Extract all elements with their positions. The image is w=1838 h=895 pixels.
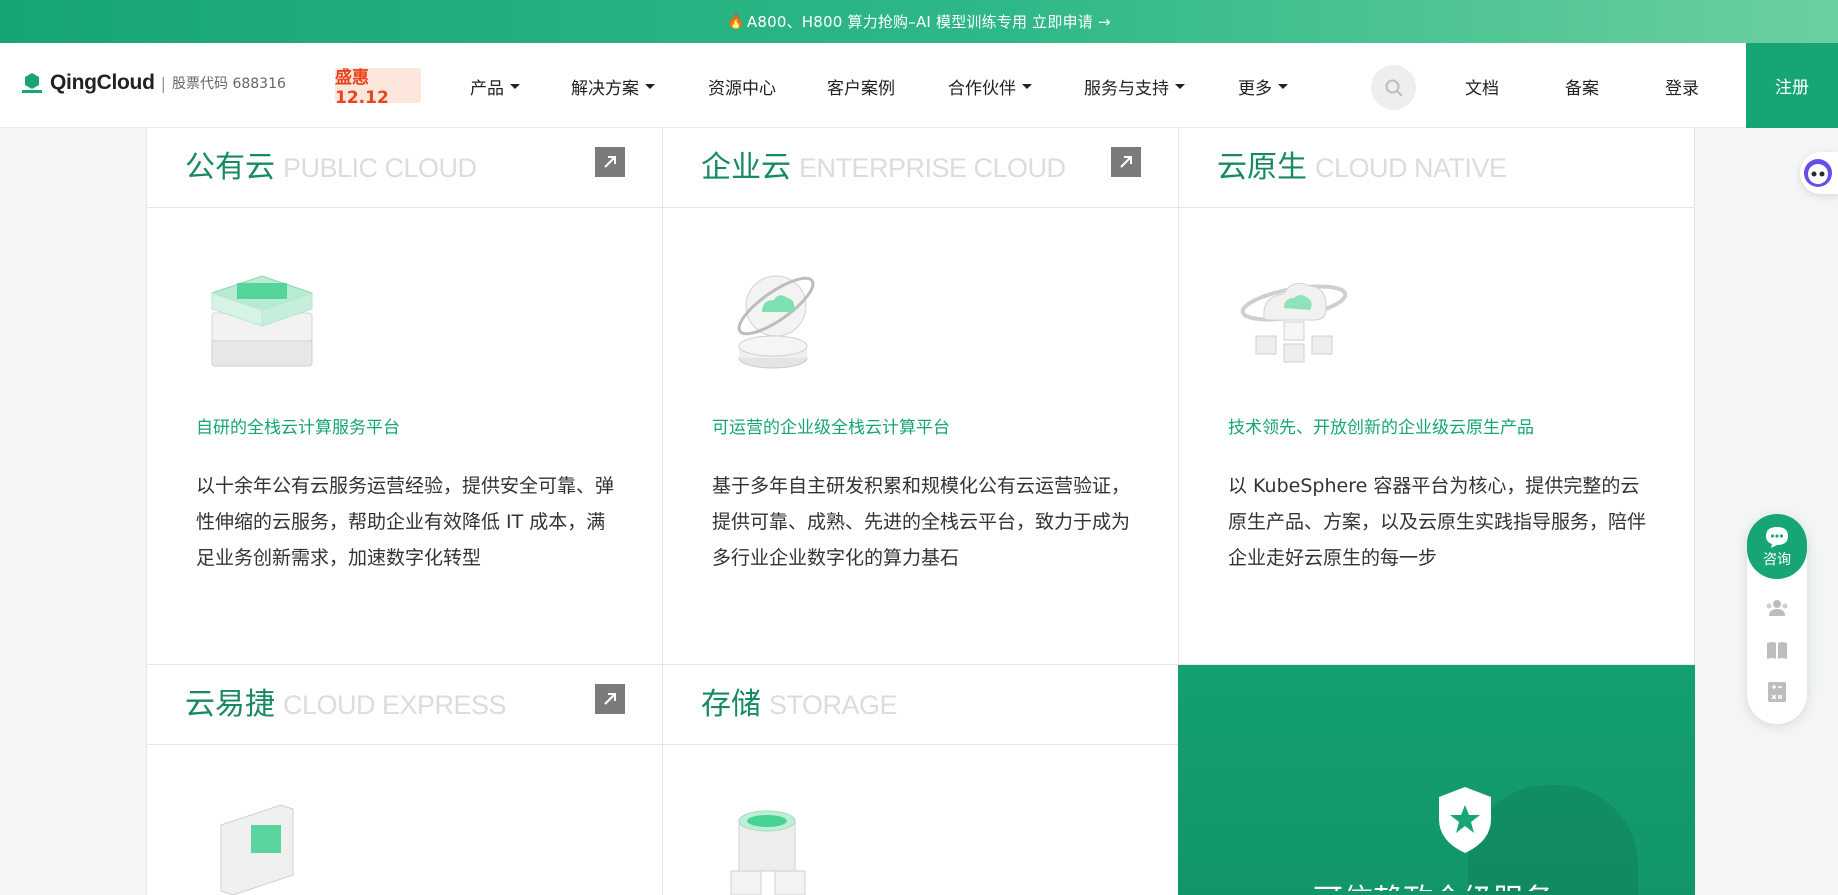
card-cloud-express[interactable]: 云易捷 CLOUD EXPRESS	[146, 665, 663, 895]
trusted-service-banner[interactable]: 可信赖政企级服务	[1178, 665, 1695, 895]
promo-badge[interactable]: 盛惠12.12	[335, 68, 421, 108]
banner-text[interactable]: A800、H800 算力抢购–AI 模型训练专用 立即申请 →	[747, 11, 1111, 32]
caret-down-icon	[1022, 84, 1032, 89]
caret-down-icon	[1278, 84, 1288, 89]
robot-face-icon	[1804, 159, 1832, 187]
card-title: 企业云 ENTERPRISE CLOUD	[701, 142, 1066, 186]
card-header: 公有云 PUBLIC CLOUD	[147, 128, 662, 208]
card-header: 企业云 ENTERPRISE CLOUD	[663, 128, 1178, 208]
card-title: 云原生 CLOUD NATIVE	[1217, 142, 1507, 186]
card-tagline: 技术领先、开放创新的企业级云原生产品	[1228, 418, 1534, 438]
top-banner[interactable]: 🔥 A800、H800 算力抢购–AI 模型训练专用 立即申请 →	[0, 0, 1838, 43]
book-icon[interactable]	[1765, 638, 1789, 662]
flame-icon: 🔥	[727, 13, 745, 30]
card-title-text: 企业云	[701, 150, 791, 185]
login-link[interactable]: 登录	[1665, 74, 1699, 99]
nav-label: 服务与支持	[1084, 79, 1169, 99]
assistant-bot-button[interactable]	[1800, 152, 1838, 194]
card-cloud-native[interactable]: 云原生 CLOUD NATIVE 技术领先、开放创新的企业级云原生产品 以 Kub…	[1179, 128, 1695, 665]
nav-label: 产品	[470, 79, 504, 99]
search-button[interactable]	[1371, 65, 1416, 110]
users-icon[interactable]	[1765, 596, 1789, 620]
monitor-cube-icon	[220, 804, 294, 895]
card-tagline: 可运营的企业级全栈云计算平台	[712, 418, 950, 438]
nav-cases[interactable]: 客户案例	[827, 74, 895, 99]
card-title-text: 存储	[701, 687, 761, 722]
logo-text: QingCloud	[50, 71, 155, 94]
caret-down-icon	[510, 84, 520, 89]
caret-down-icon	[645, 84, 655, 89]
consult-button[interactable]: 咨询	[1747, 514, 1807, 579]
open-link-button[interactable]	[595, 684, 625, 714]
nav-label: 资源中心	[708, 79, 776, 99]
qingcloud-logo-icon	[20, 71, 44, 95]
arrow-up-right-icon	[604, 156, 616, 168]
card-subtitle: STORAGE	[769, 690, 898, 720]
card-header: 云易捷 CLOUD EXPRESS	[147, 665, 662, 745]
card-public-cloud[interactable]: 公有云 PUBLIC CLOUD 自研的全栈云计算服务平台 以十余年公有云服务运营…	[146, 128, 663, 665]
product-grid: 公有云 PUBLIC CLOUD 自研的全栈云计算服务平台 以十余年公有云服务运营…	[146, 128, 1695, 895]
card-title: 存储 STORAGE	[701, 679, 898, 723]
cloud-cubes-icon	[1240, 282, 1348, 363]
stack-icon	[210, 275, 314, 367]
stock-code: 股票代码 688316	[172, 76, 286, 92]
orbit-cloud-icon	[737, 275, 815, 369]
card-description: 以 KubeSphere 容器平台为核心，提供完整的云原生产品、方案，以及云原生…	[1228, 475, 1647, 569]
card-subtitle: CLOUD NATIVE	[1315, 153, 1507, 183]
card-subtitle: PUBLIC CLOUD	[283, 153, 477, 183]
card-title: 云易捷 CLOUD EXPRESS	[185, 679, 507, 723]
nav-resources[interactable]: 资源中心	[708, 74, 776, 99]
card-header: 云原生 CLOUD NATIVE	[1179, 128, 1694, 208]
card-enterprise-cloud[interactable]: 企业云 ENTERPRISE CLOUD 可运营的企业级全栈云计算平台 基于多年自…	[663, 128, 1179, 665]
card-title-text: 公有云	[185, 150, 275, 185]
search-icon	[1385, 79, 1403, 97]
nav-label: 解决方案	[571, 79, 639, 99]
card-title-text: 云原生	[1217, 150, 1307, 185]
arrow-up-right-icon	[1120, 156, 1132, 168]
arrow-up-right-icon	[604, 693, 616, 705]
logo[interactable]: QingCloud | 股票代码 688316	[20, 71, 286, 95]
shield-star-icon	[1439, 787, 1491, 853]
nav-more[interactable]: 更多	[1238, 74, 1288, 99]
side-toolbar: 咨询	[1747, 514, 1807, 724]
open-link-button[interactable]	[595, 147, 625, 177]
open-link-button[interactable]	[1111, 147, 1141, 177]
card-storage[interactable]: 存储 STORAGE	[663, 665, 1179, 895]
card-header: 存储 STORAGE	[663, 665, 1178, 745]
card-subtitle: CLOUD EXPRESS	[283, 690, 507, 720]
nav-partners[interactable]: 合作伙伴	[948, 74, 1032, 99]
nav-label: 客户案例	[827, 79, 895, 99]
card-subtitle: ENTERPRISE CLOUD	[799, 153, 1066, 183]
card-title-text: 云易捷	[185, 687, 275, 722]
card-title: 公有云 PUBLIC CLOUD	[185, 142, 477, 186]
register-button[interactable]: 注册	[1746, 43, 1838, 128]
logo-separator: |	[160, 73, 166, 93]
nav-label: 合作伙伴	[948, 79, 1016, 99]
nav-support[interactable]: 服务与支持	[1084, 74, 1185, 99]
card-description: 基于多年自主研发积累和规模化公有云运营验证，提供可靠、成熟、先进的全栈云平台，致…	[712, 475, 1131, 569]
nav-docs[interactable]: 文档	[1465, 74, 1499, 99]
nav-beian[interactable]: 备案	[1565, 74, 1599, 99]
nav-solutions[interactable]: 解决方案	[571, 74, 655, 99]
calculator-icon[interactable]	[1765, 680, 1789, 704]
site-header: QingCloud | 股票代码 688316 盛惠12.12 产品 解决方案 …	[0, 43, 1838, 128]
chat-bubble-icon	[1766, 526, 1788, 548]
card-description: 以十余年公有云服务运营经验，提供安全可靠、弹性伸缩的云服务，帮助企业有效降低 I…	[196, 475, 615, 569]
storage-cylinder-icon	[730, 810, 806, 895]
caret-down-icon	[1175, 84, 1185, 89]
consult-label: 咨询	[1763, 551, 1791, 568]
card-tagline: 自研的全栈云计算服务平台	[196, 418, 400, 438]
nav-products[interactable]: 产品	[470, 74, 520, 99]
nav-label: 更多	[1238, 79, 1272, 99]
